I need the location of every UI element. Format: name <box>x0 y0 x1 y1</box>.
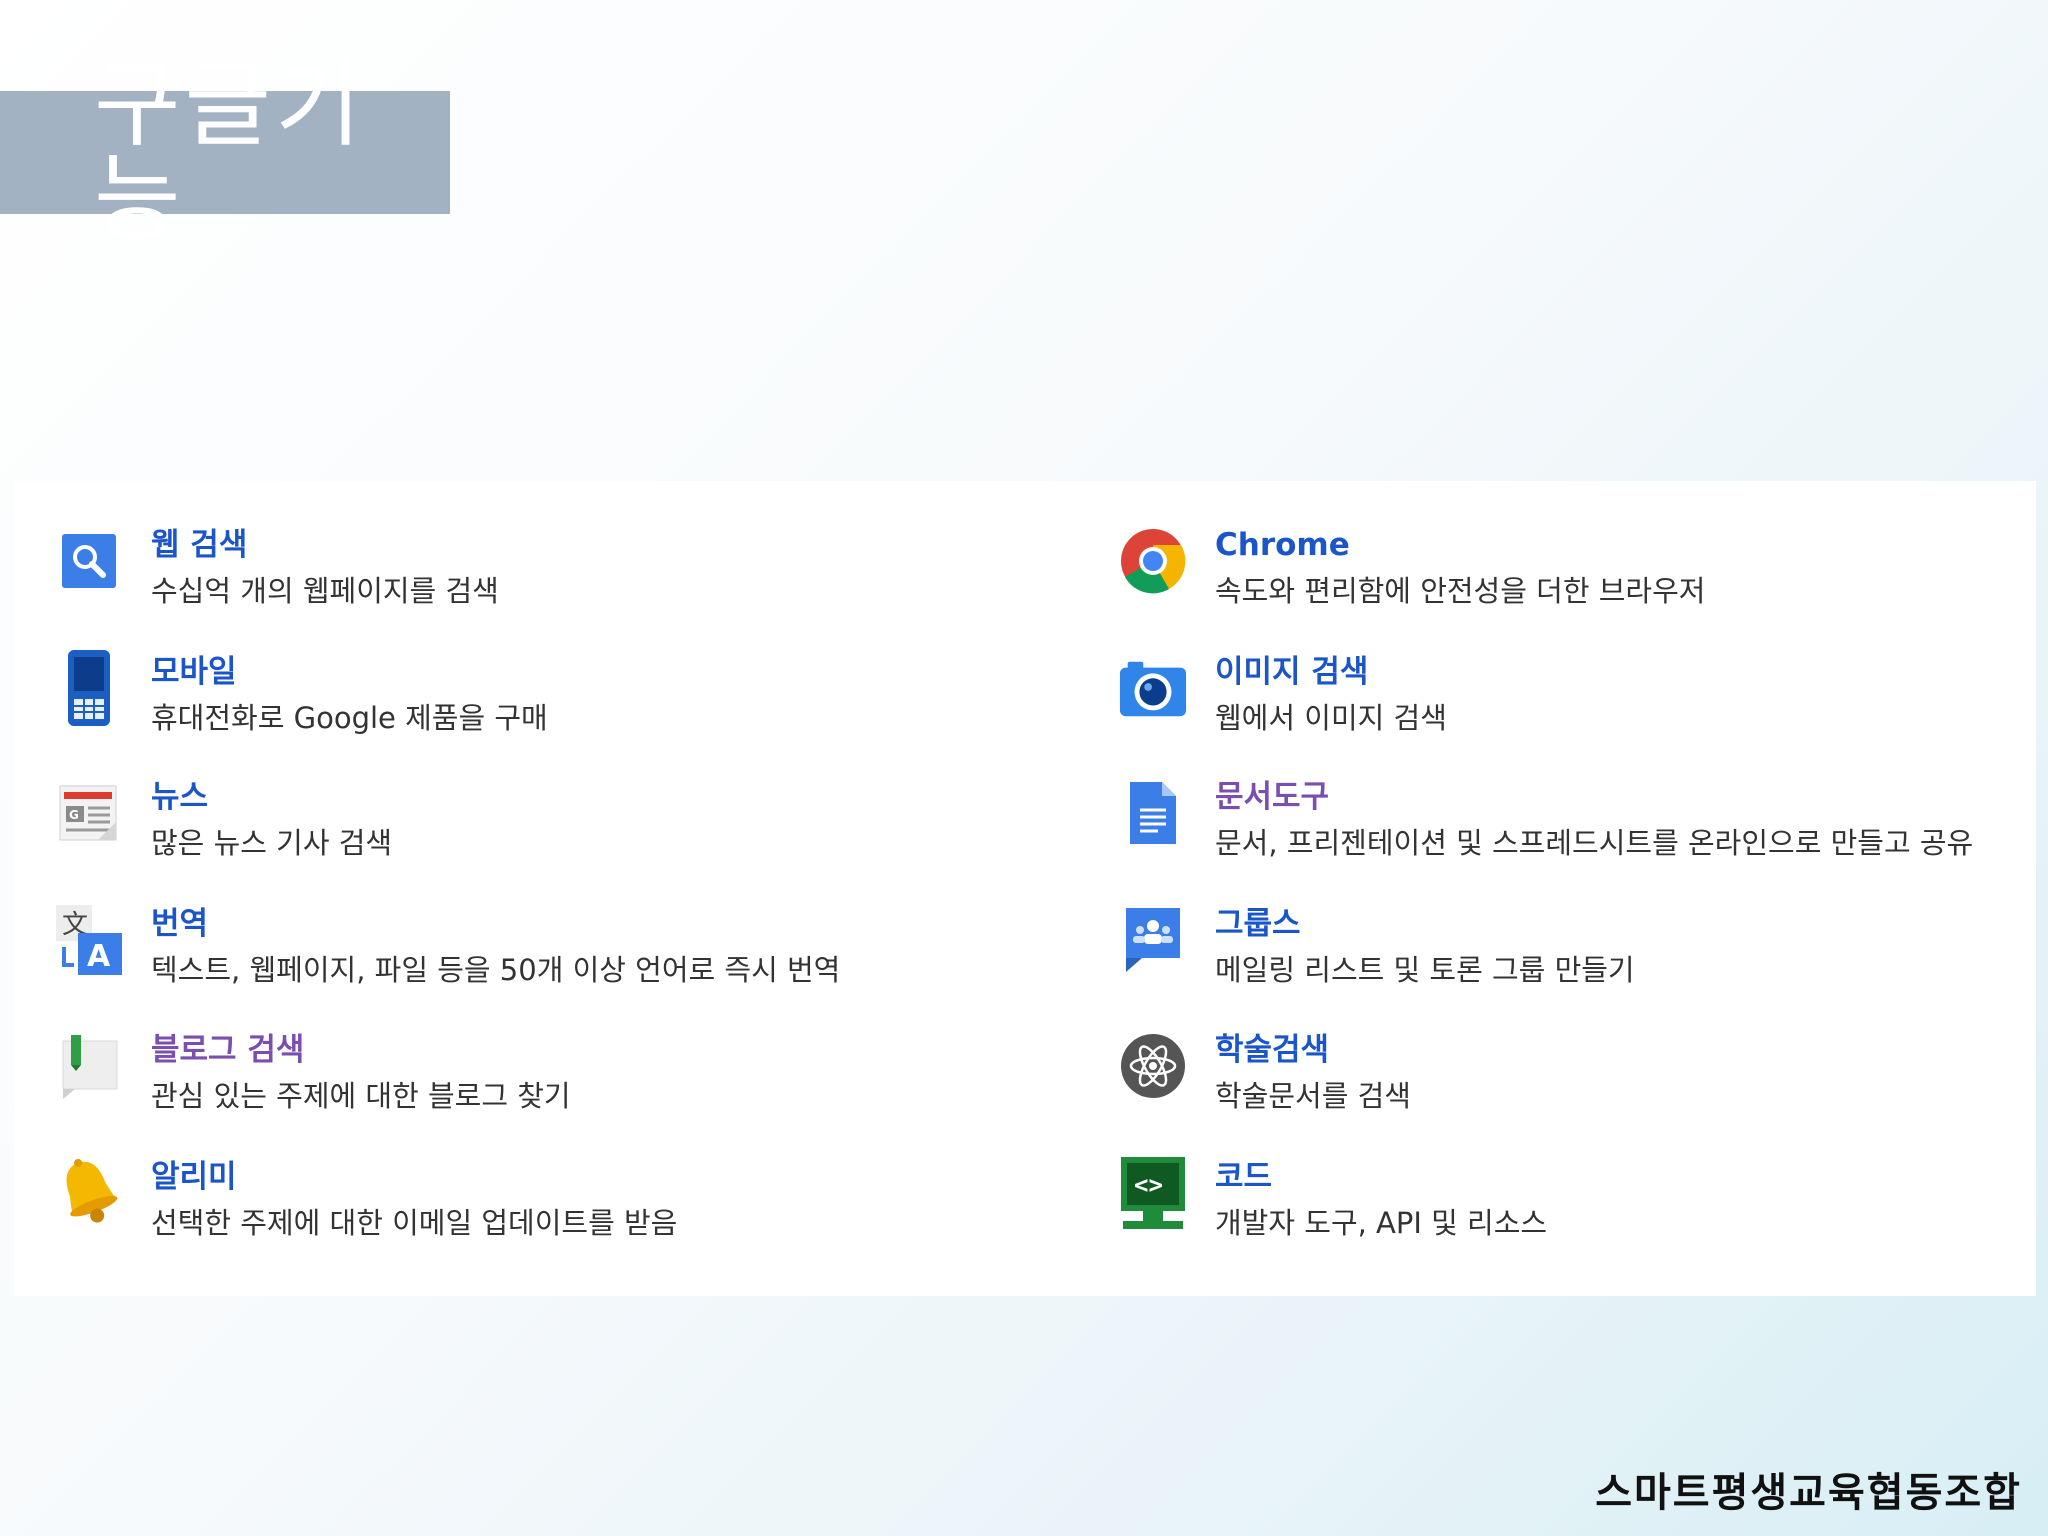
service-image-search[interactable]: 이미지 검색 웹에서 이미지 검색 <box>1078 653 2038 763</box>
service-translate[interactable]: 文 A 번역 텍스트, 웹페이지, 파일 등을 50개 이상 언어로 즉시 번역 <box>14 905 974 1015</box>
svg-text:<>: <> <box>1134 1171 1163 1199</box>
service-description: 텍스트, 웹페이지, 파일 등을 50개 이상 언어로 즉시 번역 <box>151 953 841 987</box>
svg-text:A: A <box>87 939 111 974</box>
service-description: 수십억 개의 웹페이지를 검색 <box>151 574 499 608</box>
slide-title-bar: 구글기능 <box>0 58 450 246</box>
blog-icon <box>54 1031 124 1101</box>
code-monitor-icon: <> <box>1118 1157 1188 1229</box>
bell-icon <box>54 1158 124 1228</box>
service-description: 개발자 도구, API 및 리소스 <box>1215 1206 1548 1240</box>
translate-icon: 文 A <box>54 905 124 975</box>
service-scholar[interactable]: 학술검색 학술문서를 검색 <box>1078 1031 2038 1141</box>
service-news[interactable]: G 뉴스 많은 뉴스 기사 검색 <box>14 778 974 888</box>
groups-icon <box>1118 905 1188 975</box>
service-mobile[interactable]: 모바일 휴대전화로 Google 제품을 구매 <box>14 650 974 763</box>
service-title[interactable]: 뉴스 <box>151 778 392 816</box>
mobile-phone-icon <box>54 650 124 726</box>
service-description: 문서, 프리젠테이션 및 스프레드시트를 온라인으로 만들고 공유 <box>1215 826 1974 860</box>
service-description: 많은 뉴스 기사 검색 <box>151 826 393 860</box>
service-title[interactable]: 블로그 검색 <box>151 1031 571 1069</box>
service-docs[interactable]: 문서도구 문서, 프리젠테이션 및 스프레드시트를 온라인으로 만들고 공유 <box>1078 778 2038 888</box>
service-blog-search[interactable]: 블로그 검색 관심 있는 주제에 대한 블로그 찾기 <box>14 1031 974 1141</box>
service-alerts[interactable]: 알리미 선택한 주제에 대한 이메일 업데이트를 받음 <box>14 1158 974 1268</box>
service-description: 학술문서를 검색 <box>1215 1079 1411 1113</box>
services-panel: 웹 검색 수십억 개의 웹페이지를 검색 모바일 휴대전화로 Google 제품… <box>14 481 2036 1296</box>
service-description: 메일링 리스트 및 토론 그룹 만들기 <box>1215 953 1635 987</box>
service-title[interactable]: 코드 <box>1215 1158 1547 1196</box>
service-chrome[interactable]: Chrome 속도와 편리함에 안전성을 더한 브라우저 <box>1078 526 2038 636</box>
service-code[interactable]: <> 코드 개발자 도구, API 및 리소스 <box>1078 1157 2038 1268</box>
service-title[interactable]: 그룹스 <box>1215 905 1635 943</box>
service-web-search[interactable]: 웹 검색 수십억 개의 웹페이지를 검색 <box>14 526 974 636</box>
service-title[interactable]: Chrome <box>1215 526 1705 564</box>
service-title[interactable]: 모바일 <box>151 653 548 691</box>
newspaper-icon: G <box>54 778 124 848</box>
atom-icon <box>1118 1031 1188 1101</box>
footer-organization: 스마트평생교육협동조합 <box>1595 1470 2022 1516</box>
service-title[interactable]: 번역 <box>151 905 840 943</box>
chrome-icon <box>1118 526 1188 596</box>
service-description: 휴대전화로 Google 제품을 구매 <box>151 701 548 735</box>
service-description: 속도와 편리함에 안전성을 더한 브라우저 <box>1215 574 1706 608</box>
service-title[interactable]: 학술검색 <box>1215 1031 1411 1069</box>
search-icon <box>54 526 124 596</box>
document-icon <box>1118 778 1188 848</box>
service-title[interactable]: 알리미 <box>151 1158 677 1196</box>
service-title[interactable]: 웹 검색 <box>151 526 499 564</box>
service-title[interactable]: 이미지 검색 <box>1215 653 1447 691</box>
camera-icon <box>1118 653 1188 723</box>
service-title[interactable]: 문서도구 <box>1215 778 1973 816</box>
svg-text:G: G <box>69 808 79 822</box>
service-groups[interactable]: 그룹스 메일링 리스트 및 토론 그룹 만들기 <box>1078 905 2038 1015</box>
service-description: 관심 있는 주제에 대한 블로그 찾기 <box>151 1079 571 1113</box>
service-description: 웹에서 이미지 검색 <box>1215 701 1447 735</box>
service-description: 선택한 주제에 대한 이메일 업데이트를 받음 <box>151 1206 678 1240</box>
slide-title: 구글기능 <box>94 50 366 254</box>
